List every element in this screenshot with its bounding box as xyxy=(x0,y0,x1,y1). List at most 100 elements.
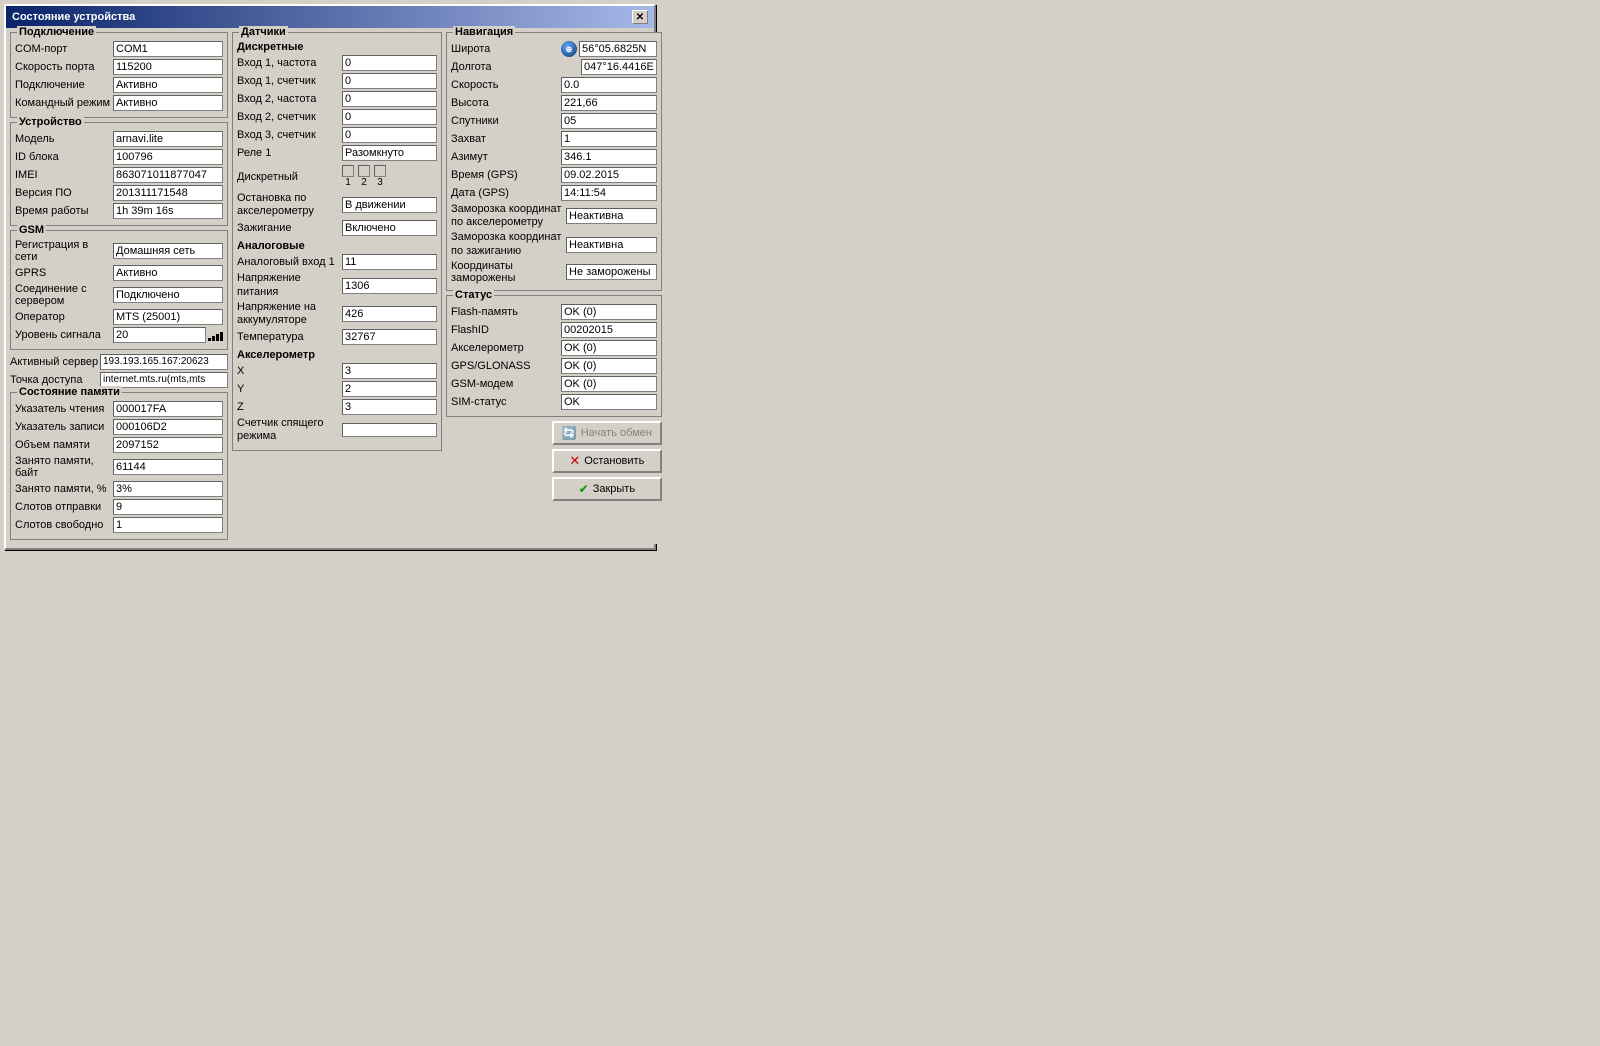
field-sim-status: SIM-статус OK xyxy=(451,394,657,410)
status-fields: Flash-память OK (0) FlashID 00202015 Акс… xyxy=(451,304,657,410)
value-uptime: 1h 39m 16s xyxy=(113,203,223,219)
field-read-ptr: Указатель чтения 000017FA xyxy=(15,401,223,417)
field-free-slots: Слотов свободно 1 xyxy=(15,517,223,533)
value-block-id: 100796 xyxy=(113,149,223,165)
checkbox-box-1[interactable] xyxy=(342,165,354,177)
value-flash-mem: OK (0) xyxy=(561,304,657,320)
field-gps-time: Время (GPS) 09.02.2015 xyxy=(451,167,657,183)
field-coords-frozen: Координаты заморожены Не заморожены xyxy=(451,260,657,284)
gps-icon: ⊕ xyxy=(561,41,577,57)
main-window: Состояние устройства ✕ Подключение COM-п… xyxy=(4,4,656,550)
checkbox-3[interactable]: 3 xyxy=(374,165,386,188)
checkbox-2[interactable]: 2 xyxy=(358,165,370,188)
label-uptime: Время работы xyxy=(15,205,113,217)
analog-title: Аналоговые xyxy=(237,240,437,252)
value-gsm-modem: OK (0) xyxy=(561,376,657,392)
label-model: Модель xyxy=(15,133,113,145)
connection-fields: COM-порт COM1 Скорость порта 115200 Подк… xyxy=(15,41,223,111)
value-firmware: 201311171548 xyxy=(113,185,223,201)
value-latitude: 56°05.6825N xyxy=(579,41,657,57)
field-speed: Скорость 0.0 xyxy=(451,77,657,93)
field-net-reg: Регистрация в сети Домашняя сеть xyxy=(15,239,223,263)
stop-button[interactable]: ✕ Остановить xyxy=(552,449,662,473)
value-coords-frozen: Не заморожены xyxy=(566,264,657,280)
label-flash-mem: Flash-память xyxy=(451,306,561,318)
label-discrete: Дискретный xyxy=(237,171,342,183)
stop-icon: ✕ xyxy=(569,453,580,469)
value-mem-used-pct: 3% xyxy=(113,481,223,497)
accel-title: Акселерометр xyxy=(237,349,437,361)
value-free-slots: 1 xyxy=(113,517,223,533)
label-voltage-battery: Напряжение на аккумуляторе xyxy=(237,301,342,327)
value-signal: 20 xyxy=(113,327,206,343)
label-accel-y: Y xyxy=(237,383,342,395)
label-gsm-modem: GSM-модем xyxy=(451,378,561,390)
label-gprs: GPRS xyxy=(15,267,113,279)
field-active-server: Активный сервер 193.193.165.167:20623 xyxy=(10,354,228,370)
label-com-port: COM-порт xyxy=(15,43,113,55)
title-bar: Состояние устройства ✕ xyxy=(6,6,654,28)
label-altitude: Высота xyxy=(451,97,561,109)
field-altitude: Высота 221,66 xyxy=(451,95,657,111)
label-speed: Скорость xyxy=(451,79,561,91)
field-block-id: ID блока 100796 xyxy=(15,149,223,165)
label-capture: Захват xyxy=(451,133,561,145)
value-in1-freq: 0 xyxy=(342,55,437,71)
field-latitude: Широта ⊕ 56°05.6825N xyxy=(451,41,657,57)
close-dialog-button[interactable]: ✔ Закрыть xyxy=(552,477,662,501)
field-imei: IMEI 863071011877047 xyxy=(15,167,223,183)
sensors-title: Датчики xyxy=(239,26,288,38)
checkbox-label-3: 3 xyxy=(377,177,383,188)
value-cmd-mode: Активно xyxy=(113,95,223,111)
field-temperature: Температура 32767 xyxy=(237,329,437,345)
field-satellites: Спутники 05 xyxy=(451,113,657,129)
value-in3-cnt: 0 xyxy=(342,127,437,143)
value-altitude: 221,66 xyxy=(561,95,657,111)
value-port-speed: 115200 xyxy=(113,59,223,75)
value-sleep-cnt xyxy=(342,423,437,437)
label-analog-in1: Аналоговый вход 1 xyxy=(237,256,342,268)
field-server-conn: Соединение с сервером Подключено xyxy=(15,283,223,307)
value-freeze-ignition: Неактивна xyxy=(566,237,657,253)
field-mem-size: Объем памяти 2097152 xyxy=(15,437,223,453)
signal-bar-icon xyxy=(208,329,223,341)
label-in3-cnt: Вход 3, счетчик xyxy=(237,129,342,141)
value-net-reg: Домашняя сеть xyxy=(113,243,223,259)
value-freeze-accel: Неактивна xyxy=(566,208,657,224)
value-model: arnavi.lite xyxy=(113,131,223,147)
device-title: Устройство xyxy=(17,116,84,128)
label-latitude: Широта xyxy=(451,43,561,55)
value-accel-z: 3 xyxy=(342,399,437,415)
start-exchange-button[interactable]: 🔄 Начать обмен xyxy=(552,421,662,445)
field-gps-glonass: GPS/GLONASS OK (0) xyxy=(451,358,657,374)
memory-title: Состояние памяти xyxy=(17,386,122,398)
field-connection: Подключение Активно xyxy=(15,77,223,93)
label-net-reg: Регистрация в сети xyxy=(15,239,113,263)
checkbox-1[interactable]: 1 xyxy=(342,165,354,188)
label-mem-used-pct: Занято памяти, % xyxy=(15,483,113,495)
field-ignition: Зажигание Включено xyxy=(237,220,437,236)
value-analog-in1: 11 xyxy=(342,254,437,270)
connection-group: Подключение COM-порт COM1 Скорость порта… xyxy=(10,32,228,118)
label-firmware: Версия ПО xyxy=(15,187,113,199)
value-com-port: COM1 xyxy=(113,41,223,57)
label-accel-x: X xyxy=(237,365,342,377)
field-in1-freq: Вход 1, частота 0 xyxy=(237,55,437,71)
label-port-speed: Скорость порта xyxy=(15,61,113,73)
field-gsm-modem: GSM-модем OK (0) xyxy=(451,376,657,392)
mid-panel: Датчики Дискретные Вход 1, частота 0 Вхо… xyxy=(232,32,442,544)
label-temperature: Температура xyxy=(237,331,342,343)
field-sleep-cnt: Счетчик спящего режима xyxy=(237,417,437,443)
value-in1-cnt: 0 xyxy=(342,73,437,89)
label-connection: Подключение xyxy=(15,79,113,91)
checkbox-box-2[interactable] xyxy=(358,165,370,177)
label-relay1: Реле 1 xyxy=(237,147,342,159)
checkbox-box-3[interactable] xyxy=(374,165,386,177)
value-speed: 0.0 xyxy=(561,77,657,93)
value-write-ptr: 000106D2 xyxy=(113,419,223,435)
value-read-ptr: 000017FA xyxy=(113,401,223,417)
close-button[interactable]: ✕ xyxy=(632,10,648,24)
value-in2-freq: 0 xyxy=(342,91,437,107)
memory-group: Состояние памяти Указатель чтения 000017… xyxy=(10,392,228,540)
field-model: Модель arnavi.lite xyxy=(15,131,223,147)
